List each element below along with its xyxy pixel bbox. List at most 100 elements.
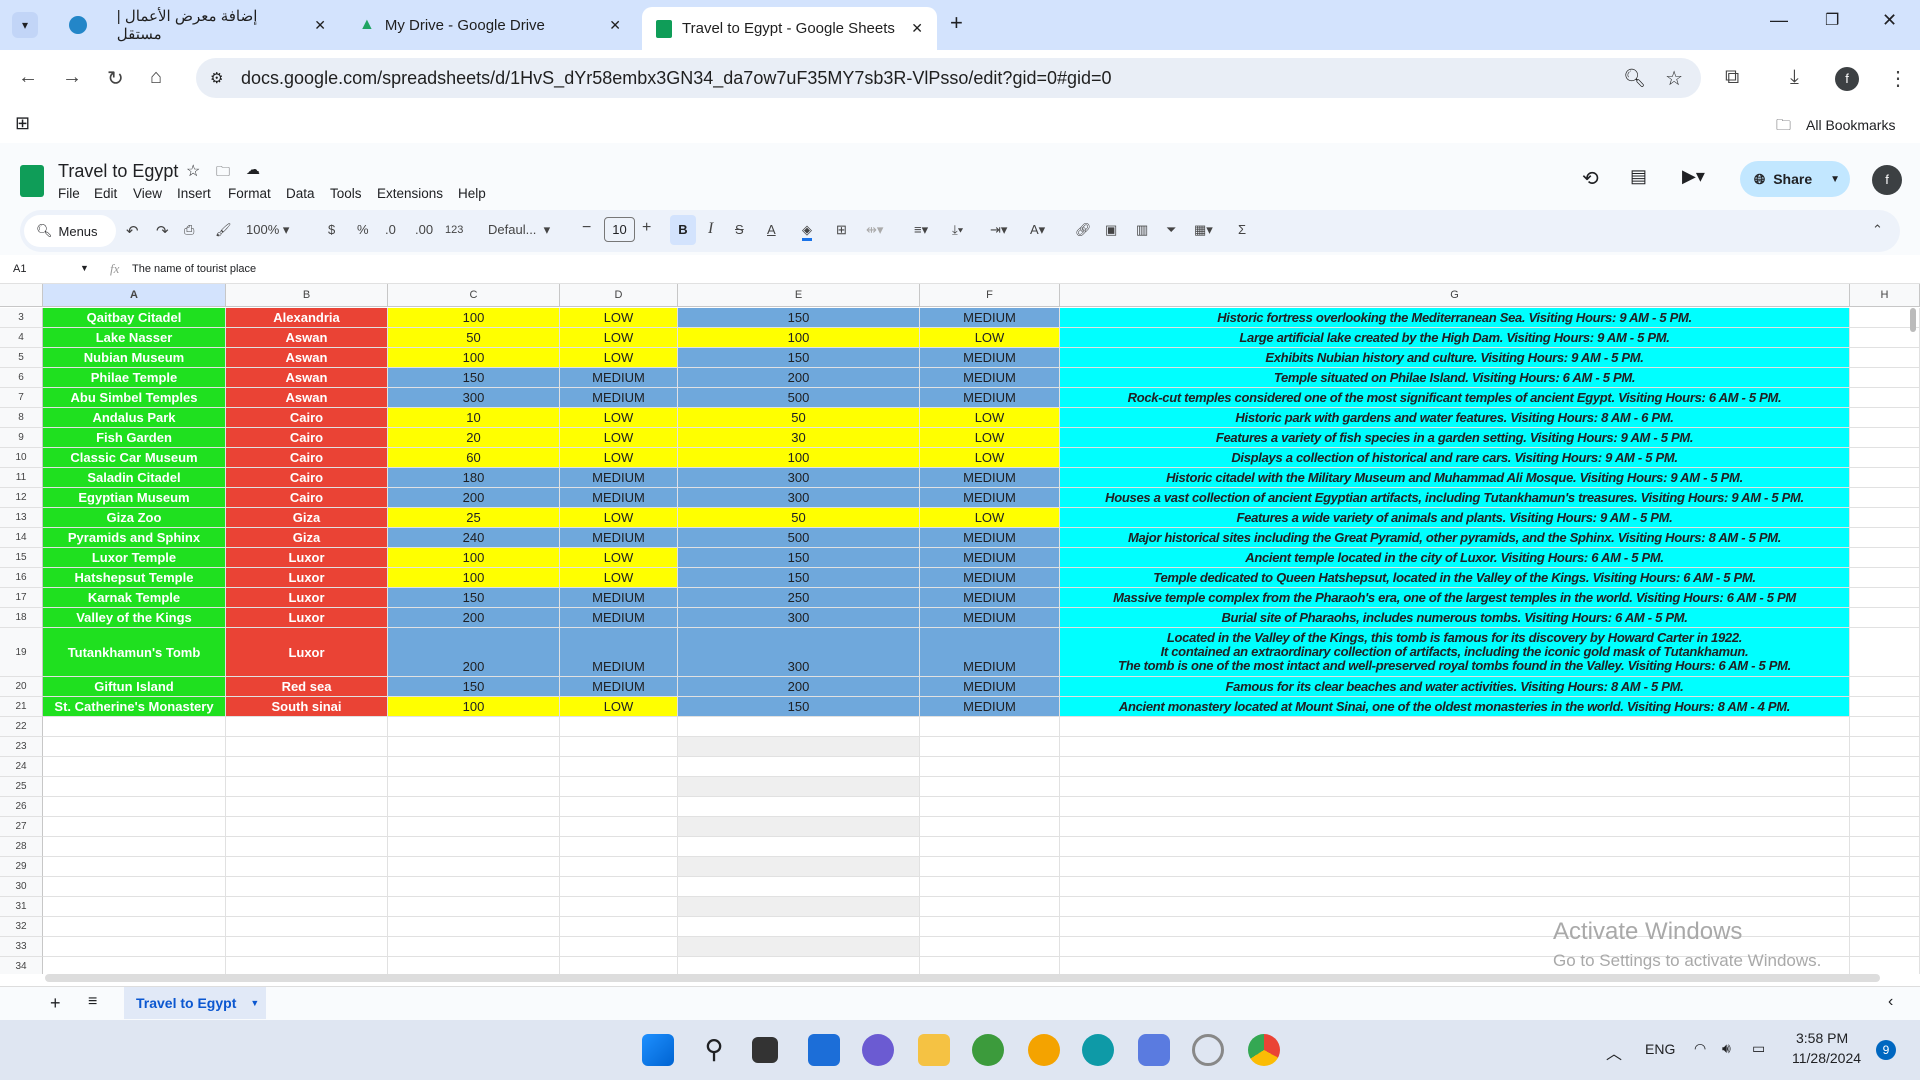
row-header[interactable]: 18 [0,608,43,628]
row-header[interactable]: 7 [0,388,43,408]
row-header[interactable]: 3 [0,308,43,328]
cell-empty[interactable] [43,857,226,877]
tab-mostaql[interactable]: إضافة معرض الأعمال | مستقل ✕ [55,7,340,43]
cell-cost[interactable]: 50 [388,328,560,348]
cell-empty[interactable] [678,737,920,757]
cell-empty[interactable] [1850,508,1920,528]
cell-cost[interactable]: 20 [388,428,560,448]
bookmark-star-icon[interactable]: ☆ [1665,66,1683,91]
cell-cost[interactable]: 60 [388,448,560,468]
cell-empty[interactable] [388,837,560,857]
cell-city[interactable]: Cairo [226,408,388,428]
start-icon[interactable] [642,1034,674,1066]
horizontal-align-icon[interactable]: ≡▾ [914,222,928,238]
cell-empty[interactable] [1850,428,1920,448]
cell-city[interactable]: Cairo [226,468,388,488]
cell-empty[interactable] [560,877,678,897]
cell-description[interactable]: Temple dedicated to Queen Hatshepsut, lo… [1060,568,1850,588]
cell-crowd-level[interactable]: LOW [920,508,1060,528]
cell-empty[interactable] [1060,717,1850,737]
cell-empty[interactable] [226,877,388,897]
redo-icon[interactable]: ↷ [156,222,169,240]
cell-visitors[interactable]: 100 [678,448,920,468]
document-title[interactable]: Travel to Egypt [58,161,178,182]
cell-empty[interactable] [560,937,678,957]
cell-visitors[interactable]: 100 [678,328,920,348]
back-icon[interactable]: ← [18,66,38,89]
cell-place-name[interactable]: Karnak Temple [43,588,226,608]
cell-empty[interactable] [1850,677,1920,697]
row-header[interactable]: 9 [0,428,43,448]
cell-empty[interactable] [1850,528,1920,548]
minimize-icon[interactable]: — [1770,10,1788,31]
row-header[interactable]: 30 [0,877,43,897]
cell-empty[interactable] [920,717,1060,737]
cell-visitors[interactable]: 200 [678,677,920,697]
cell-description[interactable]: Burial site of Pharaohs, includes numero… [1060,608,1850,628]
cell-description[interactable]: Exhibits Nubian history and culture. Vis… [1060,348,1850,368]
cell-place-name[interactable]: Pyramids and Sphinx [43,528,226,548]
cell-cost-level[interactable]: MEDIUM [560,368,678,388]
restore-icon[interactable]: ❐ [1825,10,1839,30]
zoom-icon[interactable]: 🔍︎ [1623,68,1646,89]
cell-place-name[interactable]: Abu Simbel Temples [43,388,226,408]
insert-link-icon[interactable]: 🔗︎ [1075,222,1092,238]
row-header[interactable]: 21 [0,697,43,717]
row-header[interactable]: 6 [0,368,43,388]
column-header-h[interactable]: H [1850,284,1920,307]
cell-empty[interactable] [226,757,388,777]
row-header[interactable]: 24 [0,757,43,777]
cell-visitors[interactable]: 300 [678,488,920,508]
cell-empty[interactable] [388,857,560,877]
cell-empty[interactable] [226,817,388,837]
row-header[interactable]: 20 [0,677,43,697]
copilot-icon[interactable] [1138,1034,1170,1066]
cell-crowd-level[interactable]: MEDIUM [920,308,1060,328]
cell-empty[interactable] [560,917,678,937]
cell-visitors[interactable]: 500 [678,528,920,548]
cell-cost-level[interactable]: MEDIUM [560,628,678,677]
cell-description[interactable]: Temple situated on Philae Island. Visiti… [1060,368,1850,388]
cell-cost-level[interactable]: LOW [560,428,678,448]
cell-cost-level[interactable]: MEDIUM [560,528,678,548]
cloud-status-icon[interactable]: ☁ [246,161,260,178]
font-size-input[interactable]: 10 [604,217,635,242]
cell-empty[interactable] [560,737,678,757]
cell-cost-level[interactable]: LOW [560,508,678,528]
cell-empty[interactable] [560,797,678,817]
collapse-toolbar-icon[interactable]: ⌃ [1872,222,1883,238]
cell-cost-level[interactable]: MEDIUM [560,388,678,408]
cell-empty[interactable] [1850,388,1920,408]
search-taskbar-icon[interactable]: ⚲ [698,1034,730,1066]
row-header[interactable]: 32 [0,917,43,937]
cell-empty[interactable] [1850,628,1920,677]
cell-city[interactable]: Alexandria [226,308,388,328]
new-tab-icon[interactable]: + [950,10,963,36]
home-icon[interactable]: ⌂ [150,66,162,89]
cell-empty[interactable] [1060,877,1850,897]
cell-cost[interactable]: 100 [388,697,560,717]
borders-icon[interactable]: ⊞ [836,222,847,238]
cell-crowd-level[interactable]: LOW [920,408,1060,428]
menu-help[interactable]: Help [458,186,486,201]
cell-crowd-level[interactable]: LOW [920,328,1060,348]
cell-empty[interactable] [1850,488,1920,508]
row-header[interactable]: 8 [0,408,43,428]
column-header-f[interactable]: F [920,284,1060,307]
cell-cost-level[interactable]: LOW [560,568,678,588]
cell-empty[interactable] [1850,468,1920,488]
cell-empty[interactable] [1060,837,1850,857]
insert-chart-icon[interactable]: ▥ [1136,222,1148,238]
tab-google-sheets[interactable]: Travel to Egypt - Google Sheets ✕ [642,7,937,50]
cell-empty[interactable] [678,717,920,737]
cell-cost-level[interactable]: LOW [560,328,678,348]
cell-cost[interactable]: 150 [388,588,560,608]
cell-empty[interactable] [920,757,1060,777]
zoom-select[interactable]: 100% ▾ [246,222,289,238]
cell-description[interactable]: Features a variety of fish species in a … [1060,428,1850,448]
cell-description[interactable]: Historic park with gardens and water fea… [1060,408,1850,428]
cell-empty[interactable] [388,817,560,837]
cell-city[interactable]: Cairo [226,448,388,468]
cell-crowd-level[interactable]: MEDIUM [920,488,1060,508]
vertical-align-icon[interactable]: ⤓▾ [952,222,963,238]
